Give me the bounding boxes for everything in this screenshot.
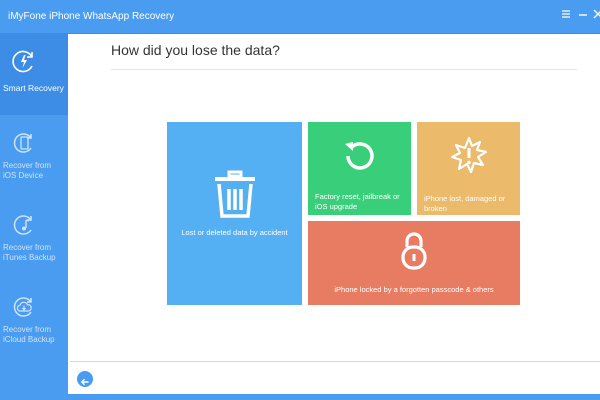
option-accidental-deletion[interactable]: Lost or deleted data by accident	[167, 122, 302, 305]
sidebar-item-label: iOS Device	[3, 171, 44, 180]
phone-recover-icon	[10, 129, 38, 157]
menu-icon[interactable]	[560, 9, 572, 21]
trash-icon	[214, 170, 256, 221]
option-factory-reset[interactable]: Factory reset, jailbreak or iOS upgrade	[308, 122, 411, 215]
footer-divider	[70, 361, 600, 362]
sidebar-item-label: Smart Recovery	[3, 83, 64, 93]
option-lost-damaged[interactable]: iPhone lost, damaged or broken	[417, 122, 520, 215]
itunes-note-icon	[10, 211, 38, 239]
option-label: broken	[424, 204, 447, 213]
sidebar-item-label: Recover from	[3, 161, 52, 170]
sidebar-item-itunes-backup[interactable]: Recover from iTunes Backup	[0, 197, 68, 279]
bottom-band	[68, 394, 600, 400]
sidebar-item-smart-recovery[interactable]: Smart Recovery	[0, 33, 68, 115]
sidebar-item-icloud-backup[interactable]: Recover from iCloud Backup	[0, 279, 68, 361]
option-label: Lost or deleted data by accident	[181, 228, 288, 237]
padlock-icon	[401, 232, 427, 273]
sidebar: Smart Recovery Recover from iOS Device R…	[0, 33, 68, 400]
option-label: iOS upgrade	[315, 202, 358, 211]
app-title: iMyFone iPhone WhatsApp Recovery	[8, 11, 175, 22]
close-icon[interactable]	[592, 9, 600, 21]
option-label: Factory reset, jailbreak or	[315, 192, 400, 201]
refresh-lightning-icon	[10, 47, 38, 75]
sidebar-item-ios-device[interactable]: Recover from iOS Device	[0, 115, 68, 197]
broken-warning-icon	[449, 136, 489, 179]
minimize-icon[interactable]	[577, 9, 589, 21]
sidebar-item-label: Recover from	[3, 325, 52, 334]
option-label: iPhone lost, damaged or	[424, 194, 506, 203]
option-label: iPhone locked by a forgotten passcode & …	[334, 285, 494, 294]
title-bar: iMyFone iPhone WhatsApp Recovery	[0, 0, 600, 34]
restore-icon	[343, 138, 377, 175]
page-title: How did you lose the data?	[111, 42, 280, 58]
option-locked-passcode[interactable]: iPhone locked by a forgotten passcode & …	[308, 221, 520, 305]
sidebar-item-label: iTunes Backup	[3, 253, 56, 262]
arrow-left-icon	[80, 374, 90, 392]
sidebar-item-label: iCloud Backup	[3, 335, 55, 344]
cloud-icon	[10, 293, 38, 321]
back-button[interactable]	[77, 371, 93, 387]
title-divider	[111, 69, 577, 70]
sidebar-item-label: Recover from	[3, 243, 52, 252]
